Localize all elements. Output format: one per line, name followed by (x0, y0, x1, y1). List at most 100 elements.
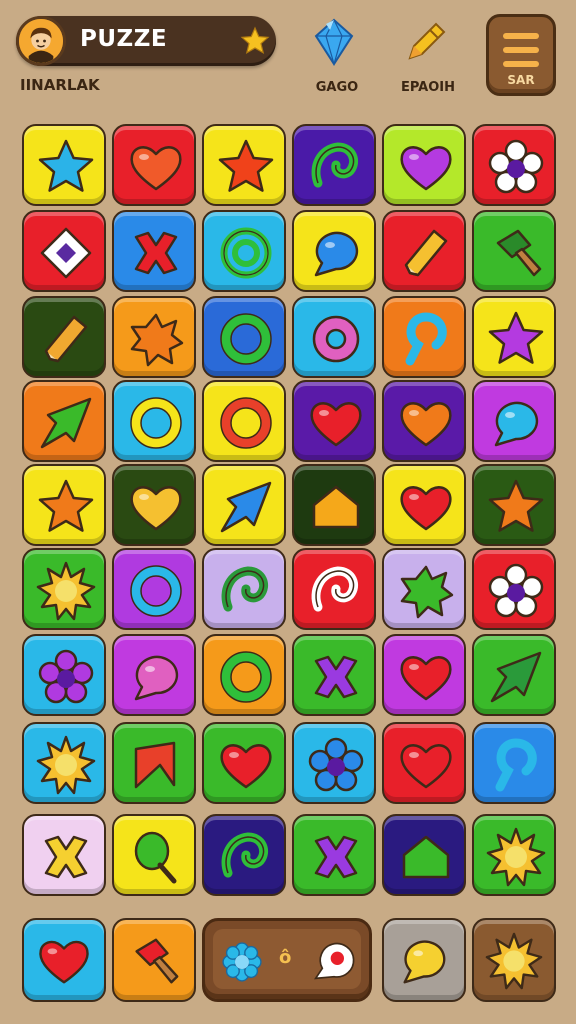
tile-r2-c2[interactable] (112, 210, 196, 292)
tile-r9-c3[interactable] (202, 814, 286, 896)
diamond-icon (40, 227, 92, 279)
pencil-label: EPAOIH (400, 80, 456, 95)
sun-icon (36, 561, 96, 621)
heart-icon (400, 146, 452, 191)
tile-r7-c5[interactable] (382, 634, 466, 716)
tile-r4-c5[interactable] (382, 380, 466, 462)
tile-r8-c6[interactable] (472, 722, 556, 804)
bubble-icon (134, 655, 179, 701)
ring-icon (220, 397, 272, 449)
tile-r4-c4[interactable] (292, 380, 376, 462)
tile-r7-c4[interactable] (292, 634, 376, 716)
player-avatar[interactable] (16, 16, 66, 66)
tile-r1-c3[interactable] (202, 124, 286, 206)
flag-icon (134, 741, 176, 789)
tile-r6-c5[interactable] (382, 548, 466, 630)
heart-icon (400, 486, 452, 531)
tile-r2-c5[interactable] (382, 210, 466, 292)
ring-icon (220, 651, 272, 703)
sun-icon (486, 827, 546, 887)
tile-r9-c6[interactable] (472, 814, 556, 896)
bottom-tile-1[interactable] (22, 918, 106, 1002)
menu-icon (503, 33, 539, 75)
tile-r5-c6[interactable] (472, 464, 556, 546)
pencil-icon (44, 315, 88, 363)
arrow-icon (40, 397, 92, 449)
tile-r8-c4[interactable] (292, 722, 376, 804)
star-icon (488, 311, 544, 364)
tile-r8-c2[interactable] (112, 722, 196, 804)
tile-r5-c2[interactable] (112, 464, 196, 546)
tile-r4-c1[interactable] (22, 380, 106, 462)
tile-r3-c1[interactable] (22, 296, 106, 378)
heart-icon (130, 486, 182, 531)
tile-r3-c3[interactable] (202, 296, 286, 378)
tile-r2-c6[interactable] (472, 210, 556, 292)
tile-r9-c2[interactable] (112, 814, 196, 896)
gold-pencil-icon[interactable] (400, 16, 452, 68)
star-icon (218, 139, 274, 192)
tile-r2-c4[interactable] (292, 210, 376, 292)
tile-r4-c2[interactable] (112, 380, 196, 462)
tile-r7-c2[interactable] (112, 634, 196, 716)
hook-icon (405, 312, 447, 366)
tile-r6-c6[interactable] (472, 548, 556, 630)
ring-icon (220, 313, 272, 365)
donut-icon (312, 315, 360, 363)
tile-r1-c1[interactable] (22, 124, 106, 206)
tile-r6-c1[interactable] (22, 548, 106, 630)
tile-r1-c2[interactable] (112, 124, 196, 206)
blue-gem-icon[interactable] (308, 16, 360, 68)
tile-r3-c5[interactable] (382, 296, 466, 378)
tile-r9-c5[interactable] (382, 814, 466, 896)
arrow-icon (220, 481, 272, 533)
heart-icon (130, 146, 182, 191)
tile-r3-c4[interactable] (292, 296, 376, 378)
flower-icon (488, 139, 544, 194)
tile-r6-c4[interactable] (292, 548, 376, 630)
tile-r6-c3[interactable] (202, 548, 286, 630)
tile-r7-c3[interactable] (202, 634, 286, 716)
tile-r1-c5[interactable] (382, 124, 466, 206)
cross-icon (314, 655, 358, 699)
tile-r2-c3[interactable] (202, 210, 286, 292)
tile-r5-c3[interactable] (202, 464, 286, 546)
gem-label: GAGO (315, 80, 359, 95)
bottom-tile-2[interactable] (112, 918, 196, 1002)
tile-r4-c3[interactable] (202, 380, 286, 462)
bubble-icon (403, 940, 446, 984)
tile-r7-c6[interactable] (472, 634, 556, 716)
cross-icon (44, 835, 88, 879)
hammer-icon (135, 938, 179, 984)
tile-r1-c6[interactable] (472, 124, 556, 206)
lollipop-icon (134, 831, 177, 884)
tile-r6-c2[interactable] (112, 548, 196, 630)
heart-icon (400, 744, 452, 789)
heart-icon (310, 402, 362, 447)
swirl-icon (221, 832, 268, 878)
bottom-tile-4[interactable] (472, 918, 556, 1002)
tile-r2-c1[interactable] (22, 210, 106, 292)
flower-icon (222, 942, 262, 982)
tile-r8-c3[interactable] (202, 722, 286, 804)
tile-r1-c4[interactable] (292, 124, 376, 206)
tile-r8-c1[interactable] (22, 722, 106, 804)
tile-r8-c5[interactable] (382, 722, 466, 804)
game-title: PUZZE (80, 26, 168, 52)
tile-r9-c1[interactable] (22, 814, 106, 896)
tile-r3-c6[interactable] (472, 296, 556, 378)
star-icon (38, 139, 94, 192)
tile-r5-c4[interactable] (292, 464, 376, 546)
bottom-tile-3[interactable] (382, 918, 466, 1002)
splat-icon (400, 565, 454, 619)
menu-button[interactable]: SAR (486, 14, 556, 96)
splat-icon (130, 313, 184, 367)
menu-label: SAR (507, 73, 535, 87)
tile-r9-c4[interactable] (292, 814, 376, 896)
tile-r5-c5[interactable] (382, 464, 466, 546)
booster-tray[interactable]: ô (202, 918, 372, 1002)
tile-r4-c6[interactable] (472, 380, 556, 462)
tile-r3-c2[interactable] (112, 296, 196, 378)
tile-r5-c1[interactable] (22, 464, 106, 546)
tile-r7-c1[interactable] (22, 634, 106, 716)
